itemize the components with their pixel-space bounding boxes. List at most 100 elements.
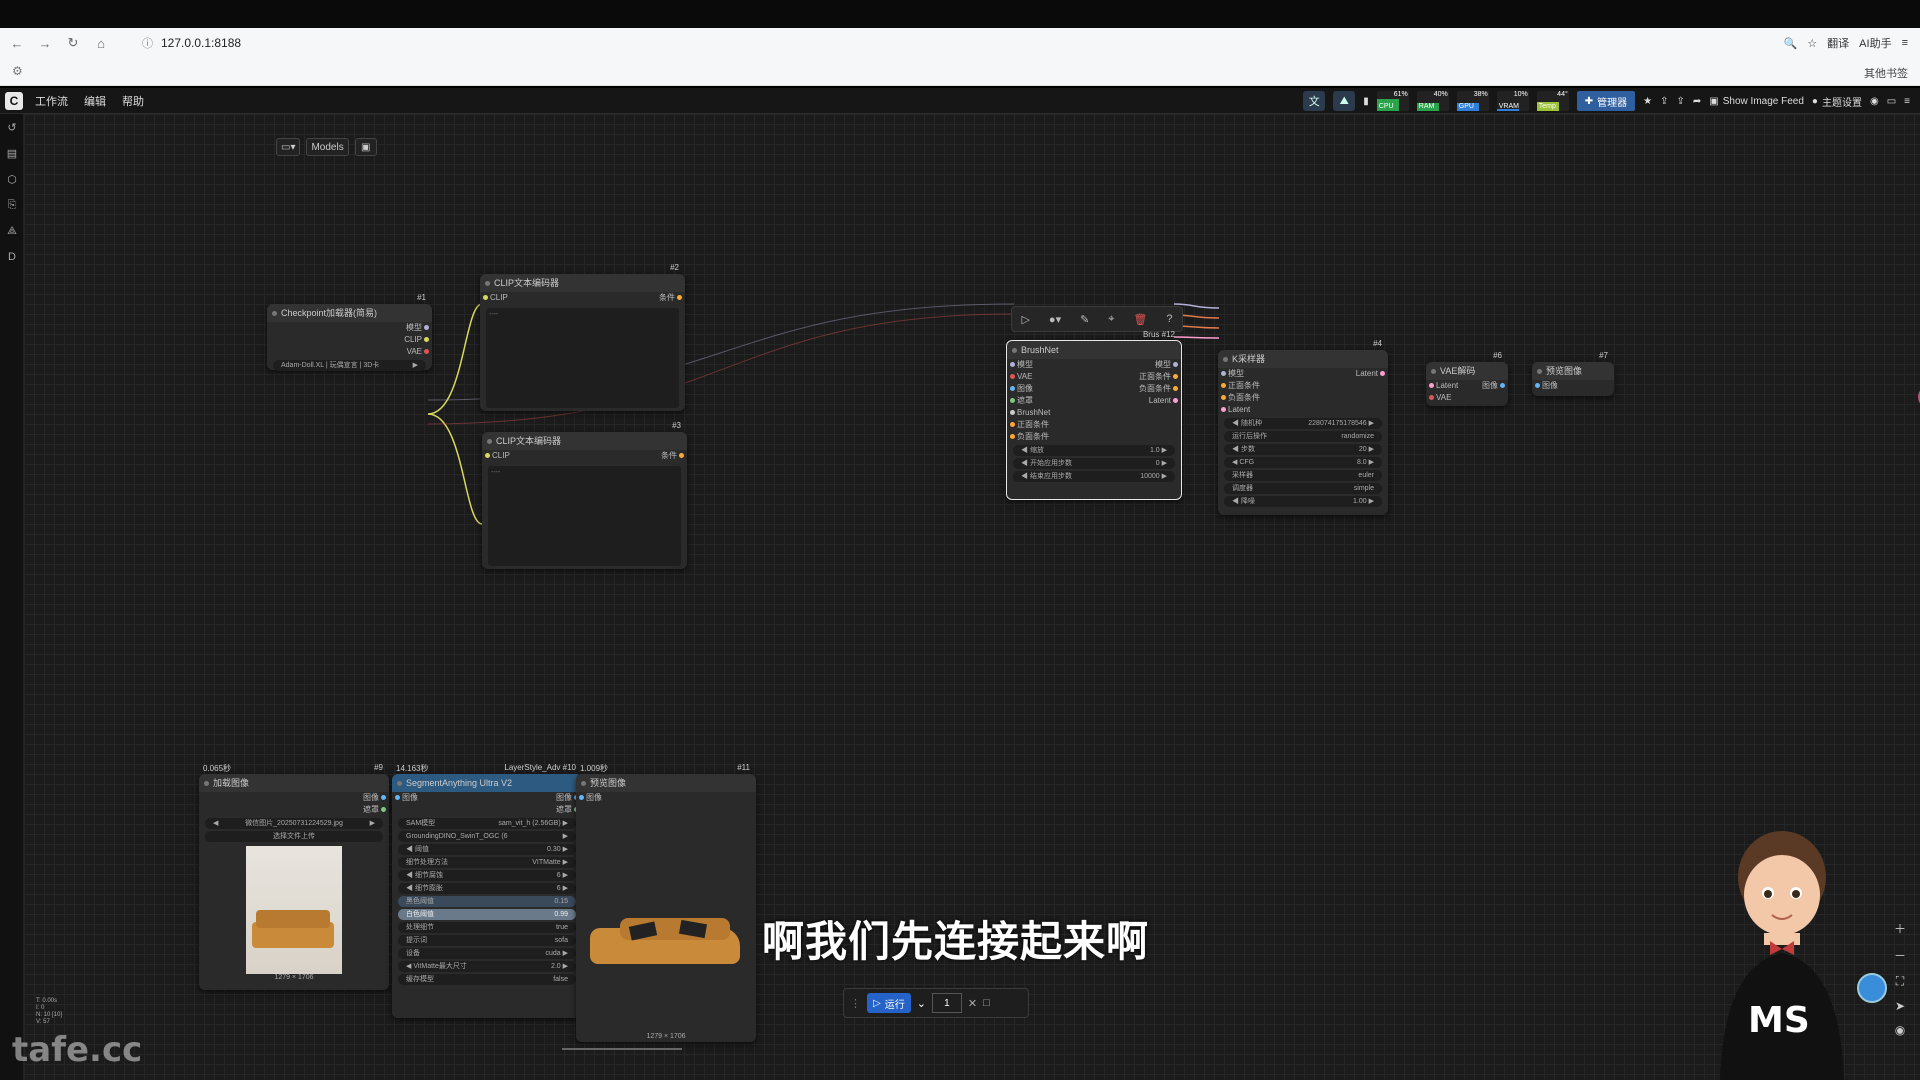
input-negative[interactable]: 负面条件 [1218, 392, 1388, 404]
pointer-icon[interactable]: ➤ [1895, 999, 1905, 1013]
widget-start-step[interactable]: ◀ 开始应用步数 0 ▶ [1013, 458, 1175, 469]
widget-white-point[interactable]: 白色阈值 0.99 [398, 909, 576, 920]
menu-workflow[interactable]: 工作流 [35, 93, 68, 109]
node-library-icon[interactable]: ⎘ [0, 192, 24, 218]
theme-settings-button[interactable]: ● 主题设置 [1812, 94, 1862, 109]
fit-view-icon[interactable]: ⛶ [1896, 974, 1904, 989]
vae-decode-node[interactable]: #6 VAE解码 Latent 图像 VAE [1426, 351, 1508, 406]
assistant-button[interactable] [1857, 973, 1887, 1003]
preview-image-node-11[interactable]: 1.009秒 #11 预览图像 图像 1279 × 1706 [576, 763, 756, 1042]
cancel-icon[interactable]: ✕ [968, 997, 977, 1010]
delete-icon[interactable]: 🗑 [1133, 313, 1147, 326]
bookmark-icon[interactable]: ▮ [1363, 96, 1369, 107]
widget-vitmatte-size[interactable]: ◀ VitMatte最大尺寸 2.0 ▶ [398, 961, 576, 972]
clip-text-encode-node-1[interactable]: #2 CLIP文本编码器 CLIP 条件 ---- [480, 263, 685, 411]
translate-icon[interactable]: 文 [1303, 91, 1326, 111]
run-button[interactable]: ▷ 运行 [867, 993, 911, 1013]
help-icon[interactable]: ? [1166, 313, 1172, 325]
user-icon[interactable]: ◉ [1870, 96, 1879, 107]
input-latent[interactable]: Latent [1218, 404, 1388, 416]
output-vae[interactable]: VAE [267, 346, 432, 358]
widget-sampler[interactable]: 采样器 euler [1224, 470, 1382, 481]
reload-icon[interactable]: ↻ [62, 32, 84, 54]
io-vae[interactable]: VAE 正面条件 [1007, 371, 1181, 383]
zoom-out-icon[interactable]: － [1894, 947, 1906, 964]
comfy-logo[interactable]: C [5, 91, 23, 110]
ksampler-node[interactable]: #4 K采样器 模型 Latent 正面条件 负面条件 Latent ◀ 随机种 2… [1218, 339, 1388, 515]
model-library-icon[interactable]: ⬡ [0, 166, 24, 192]
widget-detail-erode[interactable]: ◀ 细节腐蚀 6 ▶ [398, 870, 576, 881]
prompt-textarea[interactable]: ---- [488, 466, 681, 566]
drag-handle-icon[interactable]: ⋮ [850, 997, 861, 1010]
widget-end-step[interactable]: ◀ 结束应用步数 10000 ▶ [1013, 471, 1175, 482]
batch-count-input[interactable]: 1 [931, 993, 962, 1013]
plugin-icon[interactable]: D [0, 244, 24, 270]
output-model[interactable]: 模型 [267, 322, 432, 334]
brushnet-node[interactable]: Brus #12 BrushNet 模型 模型 VAE 正面条件 图像 负面条件 遮罩… [1006, 330, 1182, 500]
chart-icon[interactable]: ⛰ [1333, 91, 1356, 111]
input-clip[interactable]: CLIP 条件 [480, 292, 685, 304]
file-select-widget[interactable]: ◀ 微信图片_20250731224529.jpg ▶ [205, 818, 383, 829]
play-icon[interactable]: ▷ [1021, 313, 1029, 326]
show-image-feed-button[interactable]: ▣ Show Image Feed [1709, 96, 1804, 107]
upload-button[interactable]: 选择文件上传 [205, 831, 383, 842]
forward-icon[interactable]: → [34, 32, 56, 54]
input-negative[interactable]: 负面条件 [1007, 431, 1181, 443]
eye-icon[interactable]: ◉ [1895, 1023, 1905, 1037]
io-model[interactable]: 模型 模型 [1007, 359, 1181, 371]
share-icon[interactable]: ⇪ [1660, 96, 1668, 107]
widget-detail-dilate[interactable]: ◀ 细节膨胀 6 ▶ [398, 883, 576, 894]
output-mask[interactable]: 遮罩 [199, 804, 389, 816]
input-brushnet[interactable]: BrushNet [1007, 407, 1181, 419]
menu-help[interactable]: 帮助 [122, 93, 144, 109]
menu-edit[interactable]: 编辑 [84, 93, 106, 109]
input-model[interactable]: 模型 Latent [1218, 368, 1388, 380]
input-positive[interactable]: 正面条件 [1007, 419, 1181, 431]
queue-icon[interactable]: ▤ [0, 140, 24, 166]
prompt-textarea[interactable]: ---- [486, 308, 679, 408]
pin-icon[interactable]: ⌖ [1108, 313, 1114, 326]
widget-scale[interactable]: ◀ 缩放 1.0 ▶ [1013, 445, 1175, 456]
translate-button[interactable]: 翻译 [1827, 35, 1849, 51]
back-icon[interactable]: ← [6, 32, 28, 54]
home-icon[interactable]: ⌂ [90, 32, 112, 54]
io-image[interactable]: 图像 负面条件 [1007, 383, 1181, 395]
hamburger-icon[interactable]: ≡ [1904, 96, 1910, 107]
output-mask[interactable]: 遮罩 [392, 804, 582, 816]
folder-icon[interactable]: ▭▾ [276, 138, 301, 156]
widget-prompt[interactable]: 提示词 sofa [398, 935, 576, 946]
output-image[interactable]: 图像 [199, 792, 389, 804]
input-latent[interactable]: Latent 图像 [1426, 380, 1508, 392]
run-dropdown-icon[interactable]: ⌄ [917, 997, 926, 1010]
widget-control[interactable]: 运行后操作 randomize [1224, 431, 1382, 442]
widget-cache-model[interactable]: 缓存模型 false [398, 974, 576, 985]
widget-scheduler[interactable]: 调度器 simple [1224, 483, 1382, 494]
workflow-icon[interactable]: ⟁ [0, 218, 24, 244]
widget-seed[interactable]: ◀ 随机种 228074175178546 ▶ [1224, 418, 1382, 429]
widget-sam-model[interactable]: SAM模型 sam_vit_h (2.56GB) ▶ [398, 818, 576, 829]
checkpoint-loader-node[interactable]: #1 Checkpoint加载器(简易) 模型 CLIP VAE Adam-Do… [267, 293, 432, 371]
zoom-in-icon[interactable]: ＋ [1894, 920, 1906, 937]
io-image[interactable]: 图像 图像 [392, 792, 582, 804]
ai-assistant-button[interactable]: AI助手 [1859, 35, 1891, 51]
share-alt-icon[interactable]: ⇪ [1677, 96, 1685, 107]
load-image-node[interactable]: 0.065秒 #9 加载图像 图像 遮罩 ◀ 微信图片_2025073122452… [199, 763, 389, 990]
save-icon[interactable]: ▣ [354, 138, 377, 156]
manager-button[interactable]: ✚ 管理器 [1576, 91, 1636, 111]
other-bookmarks[interactable]: 其他书签 [1864, 65, 1908, 81]
ckpt-name-widget[interactable]: Adam-Doll.XL | 玩偶宣言 | 3D卡 ▶ [273, 360, 426, 371]
widget-threshold[interactable]: ◀ 阈值 0.30 ▶ [398, 844, 576, 855]
widget-black-point[interactable]: 黑色阈值 0.15 [398, 896, 576, 907]
input-vae[interactable]: VAE [1426, 392, 1508, 404]
input-image[interactable]: 图像 [1532, 380, 1614, 392]
widget-grounding-dino[interactable]: GroundingDINO_SwinT_OGC (6 ▶ [398, 831, 576, 842]
history-icon[interactable]: ↺ [0, 114, 24, 140]
output-clip[interactable]: CLIP [267, 334, 432, 346]
zoom-icon[interactable]: 🔍 [1784, 37, 1798, 50]
stop-icon[interactable]: □ [983, 997, 990, 1009]
widget-device[interactable]: 设备 cuda ▶ [398, 948, 576, 959]
menu-icon[interactable]: ≡ [1902, 37, 1908, 49]
segment-anything-node[interactable]: 14.163秒 LayerStyle_Adv #10 SegmentAnythi… [392, 763, 582, 1018]
panel-icon[interactable]: ▭ [1887, 96, 1896, 107]
favorite-icon[interactable]: ★ [1643, 96, 1652, 107]
